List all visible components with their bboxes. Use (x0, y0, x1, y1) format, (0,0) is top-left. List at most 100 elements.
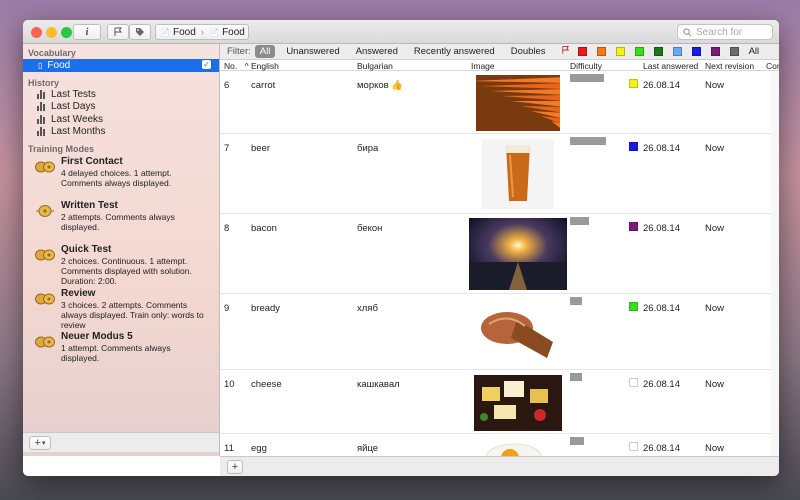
plus-icon: + (231, 461, 239, 473)
col-no[interactable]: No. ^ (224, 61, 249, 71)
color-filter-swatch[interactable] (577, 47, 587, 56)
cell-last-answered: 26.08.14 (643, 143, 680, 154)
col-last-answered[interactable]: Last answered (643, 61, 698, 71)
color-filter-swatch[interactable] (729, 47, 739, 56)
sidebar-item-last-tests[interactable]: Last Tests (37, 89, 96, 100)
word-image[interactable] (477, 298, 561, 364)
label-color-swatch[interactable] (629, 302, 638, 311)
filter-all-colors[interactable]: All (749, 46, 760, 57)
close-window-button[interactable] (31, 27, 42, 38)
cell-last-answered: 26.08.14 (643, 223, 680, 234)
cell-english[interactable]: carrot (251, 80, 275, 91)
cell-english[interactable]: egg (251, 443, 267, 454)
col-image[interactable]: Image (471, 61, 495, 71)
cell-bulgarian[interactable]: кашкавал (357, 379, 400, 390)
color-filter-swatch[interactable] (615, 47, 625, 56)
word-image[interactable] (469, 218, 567, 290)
add-menu-button[interactable]: + ▾ (29, 436, 51, 450)
label-color-swatch[interactable] (629, 142, 638, 151)
training-mode-first-contact[interactable]: First Contact 4 delayed choices. 1 attem… (35, 156, 215, 196)
breadcrumb-item[interactable]: Food (173, 27, 196, 38)
cell-bulgarian[interactable]: бекон (357, 223, 382, 234)
color-filter-swatch[interactable] (634, 47, 644, 56)
col-english[interactable]: English (251, 61, 279, 71)
table-row[interactable]: 8 bacon бекон 26.08.14 Now (220, 214, 779, 294)
breadcrumb-item[interactable]: Food (222, 27, 245, 38)
bar-chart-icon (37, 127, 45, 136)
cell-last-answered: 26.08.14 (643, 379, 680, 390)
cell-no: 7 (224, 143, 230, 154)
word-image[interactable] (476, 75, 560, 131)
cell-bulgarian[interactable]: морков 👍 (357, 80, 403, 91)
info-button[interactable]: i (73, 24, 101, 40)
table-row[interactable]: 6 carrot морков 👍 26.08.14 Now (220, 71, 779, 134)
cell-english[interactable]: beer (251, 143, 270, 154)
difficulty-bar (570, 297, 582, 305)
table-row[interactable]: 11 egg яйце 26.08.14 Now (220, 434, 779, 456)
label-color-swatch[interactable] (629, 79, 638, 88)
cell-english[interactable]: bacon (251, 223, 277, 234)
word-image[interactable] (482, 139, 554, 209)
cell-bulgarian[interactable]: яйце (357, 443, 378, 454)
tag-button[interactable] (129, 24, 151, 40)
word-image[interactable] (478, 438, 548, 456)
color-filter-swatch[interactable] (691, 47, 701, 56)
col-comments[interactable]: Com (766, 61, 779, 71)
cell-bulgarian[interactable]: хляб (357, 303, 378, 314)
training-mode-icon (35, 161, 55, 173)
filter-recently-answered[interactable]: Recently answered (409, 45, 500, 58)
training-mode-written-test[interactable]: Written Test 2 attempts. Comments always… (35, 200, 215, 232)
color-filter-swatch[interactable] (653, 47, 663, 56)
breadcrumb[interactable]: 📄 Food › 📄 Food (155, 24, 249, 40)
cell-no: 6 (224, 80, 230, 91)
cell-no: 10 (224, 379, 235, 390)
col-next-revision[interactable]: Next revision (705, 61, 754, 71)
filter-bar: Filter: All Unanswered Answered Recently… (220, 44, 779, 60)
cell-last-answered: 26.08.14 (643, 80, 680, 91)
search-field[interactable]: Search for (677, 24, 773, 40)
training-mode-review[interactable]: Review 3 choices. 2 attempts. Comments a… (35, 288, 215, 330)
color-filter-swatch[interactable] (710, 47, 720, 56)
sidebar-item-last-days[interactable]: Last Days (37, 101, 95, 112)
table-row[interactable]: 7 beer бира 26.08.14 Now (220, 134, 779, 214)
filter-unanswered[interactable]: Unanswered (281, 45, 344, 58)
checkbox-checked-icon[interactable]: ✓ (202, 60, 211, 69)
sidebar-item-food[interactable]: ▯ Food ✓ (23, 59, 219, 72)
cell-english[interactable]: bready (251, 303, 280, 314)
label-color-swatch[interactable] (629, 378, 638, 387)
difficulty-bar (570, 437, 584, 445)
label-color-swatch[interactable] (629, 442, 638, 451)
flag-button[interactable] (107, 24, 129, 40)
toolbar: i 📄 Food › 📄 Food Search for (23, 20, 779, 44)
add-word-button[interactable]: + (227, 460, 243, 474)
sidebar-item-last-weeks[interactable]: Last Weeks (37, 114, 103, 125)
mode-title: Neuer Modus 5 (61, 331, 133, 342)
bar-chart-icon (37, 90, 45, 99)
table-row[interactable]: 9 bready хляб 26.08.14 Now (220, 294, 779, 370)
col-difficulty[interactable]: Difficulty (570, 61, 602, 71)
tag-icon (136, 28, 144, 36)
mode-description: 2 attempts. Comments always displayed. (61, 212, 175, 232)
cell-next-revision: Now (705, 379, 725, 390)
flag-filter-icon[interactable] (561, 45, 570, 58)
col-bulgarian[interactable]: Bulgarian (357, 61, 393, 71)
cell-english[interactable]: cheese (251, 379, 282, 390)
filter-doubles[interactable]: Doubles (506, 45, 551, 58)
label-color-swatch[interactable] (629, 222, 638, 231)
cell-next-revision: Now (705, 80, 725, 91)
cell-bulgarian[interactable]: бира (357, 143, 378, 154)
sidebar-item-last-months[interactable]: Last Months (37, 126, 105, 137)
table-row[interactable]: 10 cheese кашкавал 26.08.14 Now (220, 370, 779, 434)
color-filter-swatch[interactable] (596, 47, 606, 56)
minimize-window-button[interactable] (46, 27, 57, 38)
zoom-window-button[interactable] (61, 27, 72, 38)
filter-answered[interactable]: Answered (351, 45, 403, 58)
difficulty-bar (570, 373, 582, 381)
training-mode-neuer-modus-5[interactable]: Neuer Modus 5 1 attempt. Comments always… (35, 331, 215, 363)
word-image[interactable] (474, 375, 562, 431)
filter-all[interactable]: All (254, 45, 276, 58)
color-filter-swatch[interactable] (672, 47, 682, 56)
sidebar: Vocabulary ▯ Food ✓ History Last Tests L… (23, 44, 220, 456)
training-mode-quick-test[interactable]: Quick Test 2 choices. Continuous. 1 atte… (35, 244, 215, 286)
scrollbar[interactable] (771, 71, 779, 456)
